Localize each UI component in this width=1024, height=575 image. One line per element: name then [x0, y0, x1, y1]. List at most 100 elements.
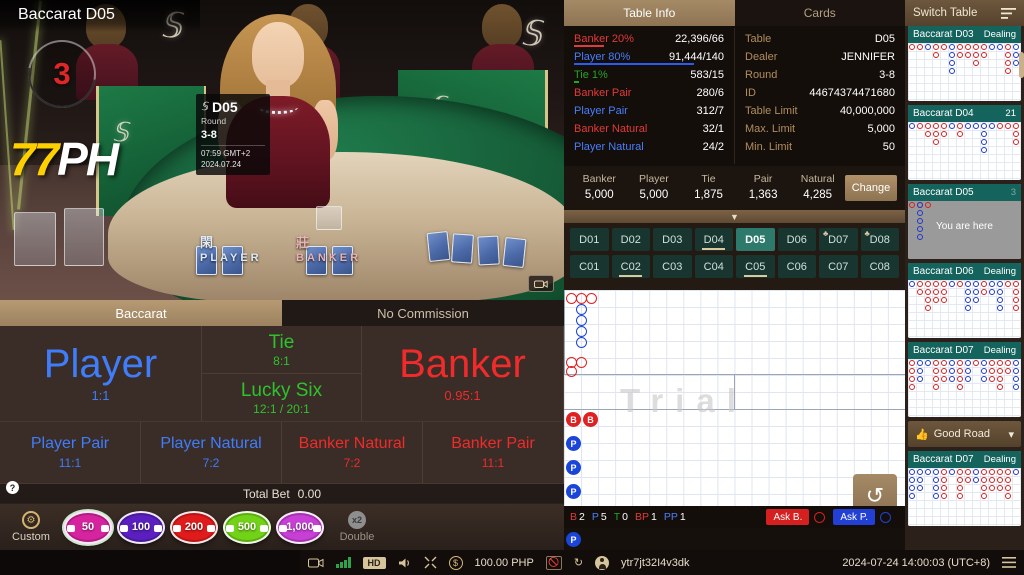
ask-banker-button[interactable]: Ask B. — [766, 509, 810, 525]
chip-50[interactable]: 50 — [64, 510, 112, 544]
chip-200[interactable]: 200 — [170, 510, 218, 544]
mini-road-marker — [933, 123, 939, 129]
camera-switch-button[interactable] — [528, 275, 554, 292]
you-are-here-label: You are here — [936, 221, 993, 232]
mini-road-marker — [973, 52, 979, 58]
sidebar-table-name: Baccarat D07 — [913, 454, 974, 465]
bet-spot-player-natural[interactable]: Player Natural 7:2 — [141, 422, 282, 483]
live-video-feed[interactable]: 𝕊 𝕊 𝕊 𝕊 閑 PLAY — [0, 0, 564, 300]
detail-value: 44674374471680 — [809, 87, 895, 99]
table-button-D04[interactable]: D04 — [694, 228, 733, 251]
table-button-C08[interactable]: C08 — [860, 255, 899, 278]
datetime: 2024-07-24 14:00:03 (UTC+8) — [842, 556, 990, 569]
chip-500[interactable]: 500 — [223, 510, 271, 544]
live-video-icon[interactable] — [308, 557, 324, 569]
table-button-D08[interactable]: D08 ♣ — [860, 228, 899, 251]
table-button-C02[interactable]: C02 — [611, 255, 650, 278]
help-icon[interactable]: ? — [6, 481, 19, 494]
filter-icon[interactable] — [1001, 7, 1016, 19]
mini-road-marker — [973, 469, 979, 475]
mini-road-marker — [997, 376, 1003, 382]
mini-road-marker — [997, 281, 1003, 287]
table-button-C04[interactable]: C04 — [694, 255, 733, 278]
tab-baccarat[interactable]: Baccarat — [0, 300, 282, 326]
table-button-D06[interactable]: D06 — [777, 228, 816, 251]
detail-label: Table — [745, 33, 772, 45]
mini-road-marker — [941, 485, 947, 491]
sidebar-table-card[interactable]: Baccarat D07 Dealing — [908, 342, 1021, 417]
volume-icon[interactable] — [398, 557, 412, 569]
sidebar-table-card[interactable]: Baccarat D04 21 — [908, 105, 1021, 180]
mini-road-marker — [925, 469, 931, 475]
double-label: Double — [339, 531, 375, 543]
info-card-round-label: Round — [201, 116, 227, 127]
table-button-label: C05 — [745, 260, 766, 273]
table-button-C06[interactable]: C06 — [777, 255, 816, 278]
bet-spot-player[interactable]: Player 1:1 — [0, 326, 202, 421]
bet-spot-banker-natural[interactable]: Banker Natural 7:2 — [282, 422, 423, 483]
table-button-C03[interactable]: C03 — [653, 255, 692, 278]
sidebar-table-card[interactable]: Baccarat D07 Dealing — [908, 451, 1021, 526]
side-bet-odds: 7:2 — [343, 456, 361, 470]
table-button-underline — [702, 248, 726, 250]
bet-spot-banker-pair[interactable]: Banker Pair 11:1 — [423, 422, 564, 483]
bet-spot-tie[interactable]: Tie 8:1 — [202, 326, 361, 374]
stat-row: Player Natural 24/2 — [574, 138, 724, 156]
fullscreen-icon[interactable] — [424, 556, 437, 569]
tab-no-commission[interactable]: No Commission — [282, 300, 564, 326]
good-road-label: Good Road — [933, 428, 990, 440]
side-bet-label: Banker Pair — [451, 435, 535, 452]
mini-road-marker — [1013, 368, 1019, 374]
table-button-D03[interactable]: D03 — [653, 228, 692, 251]
no-photo-icon[interactable]: 🚫 — [545, 555, 562, 570]
ask-player-button[interactable]: Ask P. — [833, 509, 875, 525]
mini-road-marker — [1005, 469, 1011, 475]
table-button-C05[interactable]: C05 — [736, 255, 775, 278]
chip-100[interactable]: 100 — [117, 510, 165, 544]
refresh-icon[interactable]: ↻ — [574, 556, 583, 569]
table-button-C07[interactable]: C07 — [819, 255, 858, 278]
tab-table-info[interactable]: Table Info — [564, 0, 735, 26]
mini-road-marker — [989, 360, 995, 366]
video-quality-button[interactable]: HD — [362, 556, 386, 569]
mini-road-marker — [965, 469, 971, 475]
side-bet-odds: 7:2 — [202, 456, 220, 470]
mini-road-marker — [941, 493, 947, 499]
mini-road-marker — [997, 44, 1003, 50]
hamburger-menu-icon[interactable] — [1002, 557, 1016, 568]
custom-chip-button[interactable]: ⚙ Custom — [4, 511, 58, 543]
chip-1000[interactable]: 1,000 — [276, 510, 324, 544]
signal-bars-icon[interactable] — [336, 557, 351, 568]
sidebar-table-status: 3 — [1010, 187, 1016, 198]
change-limit-button[interactable]: Change — [844, 175, 897, 201]
mini-road-marker — [925, 131, 931, 137]
good-road-filter[interactable]: 👍 Good Road ▾ — [908, 421, 1021, 447]
sidebar-table-card[interactable]: Baccarat D03 Dealing — [908, 26, 1021, 101]
detail-label: Max. Limit — [745, 123, 796, 135]
double-bet-button[interactable]: x2 Double — [330, 511, 384, 543]
detail-value: 40,000,000 — [839, 105, 895, 117]
stat-value: 280/6 — [696, 87, 724, 99]
table-button-D05[interactable]: D05 — [736, 228, 775, 251]
table-button-D07[interactable]: D07 ♣ — [819, 228, 858, 251]
roadmap-area[interactable]: Trial BBPPPPP ↺ B2 P5 T0 — [564, 290, 905, 547]
mini-road-marker — [989, 123, 995, 129]
bet-spot-banker[interactable]: Banker 0.95:1 — [362, 326, 564, 421]
tab-cards[interactable]: Cards — [734, 0, 905, 26]
bet-spot-player-pair[interactable]: Player Pair 11:1 — [0, 422, 141, 483]
mini-road-marker — [949, 60, 955, 66]
sidebar-mini-roadmap — [908, 122, 1021, 180]
table-button-underline — [619, 275, 643, 277]
table-button-C01[interactable]: C01 — [570, 255, 609, 278]
chip-selection-bar: ⚙ Custom 50 100 200 500 1,000 x2 Double — [0, 504, 564, 550]
sidebar-scrollbar[interactable] — [1019, 52, 1024, 78]
table-button-D02[interactable]: D02 — [611, 228, 650, 251]
collapse-panel-toggle[interactable]: ▼ — [564, 210, 905, 223]
bet-spot-lucky-six[interactable]: Lucky Six 12:1 / 20:1 ? — [6, 374, 361, 494]
table-button-D01[interactable]: D01 — [570, 228, 609, 251]
sidebar-table-card[interactable]: Baccarat D06 Dealing — [908, 263, 1021, 338]
sidebar-table-card[interactable]: Baccarat D05 3 You are here — [908, 184, 1021, 259]
mini-road-marker — [965, 52, 971, 58]
mini-road-marker — [909, 477, 915, 483]
mini-road-marker — [925, 297, 931, 303]
